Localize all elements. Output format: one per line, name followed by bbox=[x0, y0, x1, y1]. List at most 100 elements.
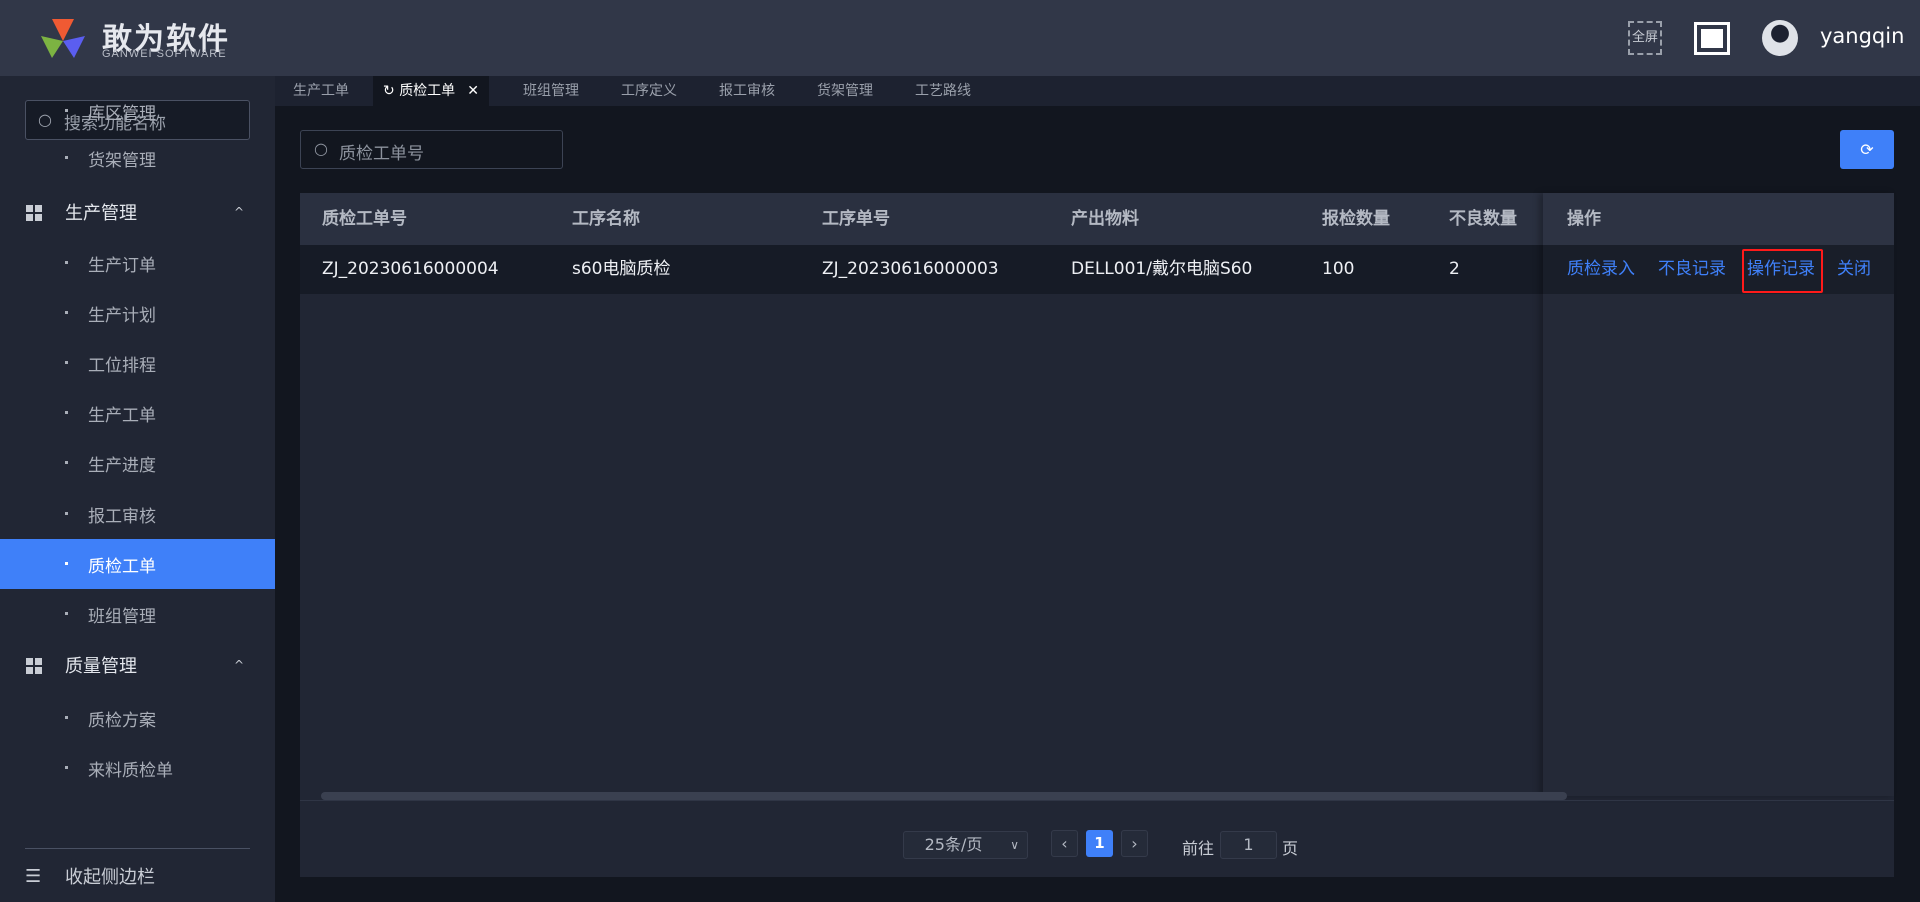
column-header: 工序名称 bbox=[572, 209, 640, 229]
work-order-table: 质检工单号 工序名称 工序单号 产出物料 报检数量 不良数量 操作 ZJ_2023061600… bbox=[300, 193, 1894, 877]
search-placeholder: 质检工单号 bbox=[339, 144, 424, 164]
tab-label: 工序定义 bbox=[621, 83, 677, 99]
close-icon[interactable]: ✕ bbox=[467, 83, 479, 99]
tab[interactable]: 货架管理 bbox=[817, 76, 873, 106]
sidebar-item-label: 来料质检单 bbox=[88, 760, 173, 781]
bullet-icon bbox=[65, 461, 68, 464]
table-cell: ZJ_20230616000003 bbox=[822, 259, 999, 279]
row-action-link[interactable]: 不良记录 bbox=[1658, 245, 1726, 294]
chevron-up-icon[interactable]: ^ bbox=[234, 658, 244, 672]
sidebar-item[interactable]: 生产工单 bbox=[0, 388, 275, 438]
work-order-search-input[interactable]: ○ 质检工单号 bbox=[300, 130, 563, 169]
goto-label: 前往 bbox=[1182, 839, 1215, 858]
fullscreen-label: 全屏 bbox=[1631, 30, 1658, 45]
divider bbox=[300, 800, 1894, 801]
tab[interactable]: ↻ 质检工单 ✕ bbox=[373, 76, 489, 106]
sidebar-item[interactable]: 来料质检单 bbox=[0, 743, 275, 793]
page-suffix: 页 bbox=[1282, 839, 1299, 858]
table-cell: 2 bbox=[1449, 259, 1460, 279]
username[interactable]: yangqin bbox=[1820, 24, 1904, 48]
collapse-sidebar-button[interactable]: ☰ 收起侧边栏 bbox=[0, 851, 275, 901]
sidebar-item-label: 质检方案 bbox=[88, 710, 156, 731]
column-header: 工序单号 bbox=[822, 209, 890, 229]
page-size-value: 25条/页 bbox=[924, 835, 983, 854]
bullet-icon bbox=[65, 109, 68, 112]
search-icon: ○ bbox=[314, 139, 328, 158]
sidebar-item-label: 生产计划 bbox=[88, 305, 156, 326]
bullet-icon bbox=[65, 411, 68, 414]
page-size-select[interactable]: 25条/页 ∨ bbox=[903, 831, 1028, 859]
sidebar-item[interactable]: 质量管理 ^ bbox=[0, 640, 275, 690]
sidebar-item[interactable]: 货架管理 bbox=[0, 133, 275, 183]
sidebar: ○ 搜索功能名称 库区管理 货架管理 生产管理 ^ 生产订单 生产计划 工位排程 生产工单 生产… bbox=[0, 76, 275, 902]
collapse-label: 收起侧边栏 bbox=[65, 867, 155, 888]
sidebar-divider bbox=[25, 848, 250, 849]
bullet-icon bbox=[65, 562, 68, 565]
avatar[interactable] bbox=[1762, 20, 1798, 56]
tab-label: 质检工单 bbox=[399, 83, 456, 99]
tab[interactable]: 班组管理 bbox=[523, 76, 579, 106]
column-header: 不良数量 bbox=[1449, 209, 1517, 229]
column-header: 报检数量 bbox=[1322, 209, 1390, 229]
tab-label: 班组管理 bbox=[523, 83, 579, 99]
bullet-icon bbox=[65, 311, 68, 314]
chevron-left-icon: ‹ bbox=[1061, 834, 1068, 853]
chevron-right-icon: › bbox=[1131, 834, 1138, 853]
table-cell: DELL001/戴尔电脑S60 bbox=[1071, 259, 1253, 279]
next-page-button[interactable]: › bbox=[1121, 830, 1148, 857]
bullet-icon bbox=[65, 512, 68, 515]
tab[interactable]: 生产工单 bbox=[293, 76, 349, 106]
refresh-icon: ⟳ bbox=[1860, 140, 1874, 159]
sidebar-item[interactable]: 班组管理 bbox=[0, 589, 275, 639]
tab[interactable]: 工序定义 bbox=[621, 76, 677, 106]
bullet-icon bbox=[65, 261, 68, 264]
bullet-icon bbox=[65, 716, 68, 719]
column-header: 质检工单号 bbox=[322, 209, 407, 229]
tab-label: 货架管理 bbox=[817, 83, 873, 99]
tab-bar: 生产工单 ↻ 质检工单 ✕ 班组管理 工序定义 报工审核 货架管理 工艺路线 bbox=[275, 76, 1920, 106]
sidebar-item[interactable]: 生产计划 bbox=[0, 288, 275, 338]
refresh-icon[interactable]: ↻ bbox=[383, 83, 399, 99]
sidebar-item-label: 库区管理 bbox=[88, 103, 156, 124]
table-cell: ZJ_20230616000004 bbox=[322, 259, 499, 279]
bullet-icon bbox=[65, 766, 68, 769]
page-number-button[interactable]: 1 bbox=[1086, 830, 1113, 857]
brand-subtitle: GANWEI SOFTWARE bbox=[102, 48, 227, 60]
bullet-icon bbox=[65, 156, 68, 159]
row-action-link[interactable]: 质检录入 bbox=[1567, 245, 1635, 294]
tab-label: 生产工单 bbox=[293, 83, 349, 99]
fullscreen-button[interactable]: 全屏 bbox=[1628, 21, 1662, 55]
top-header: 敢为软件 GANWEI SOFTWARE 全屏 yangqin bbox=[0, 0, 1920, 76]
sidebar-item[interactable]: 质检方案 bbox=[0, 693, 275, 743]
sidebar-item-label: 质检工单 bbox=[88, 556, 156, 577]
tab[interactable]: 报工审核 bbox=[719, 76, 775, 106]
sidebar-item[interactable]: 报工审核 bbox=[0, 489, 275, 539]
prev-page-button[interactable]: ‹ bbox=[1051, 830, 1078, 857]
sidebar-item[interactable]: 生产进度 bbox=[0, 438, 275, 488]
chevron-up-icon[interactable]: ^ bbox=[234, 205, 244, 219]
sidebar-item-label: 货架管理 bbox=[88, 150, 156, 171]
sidebar-item[interactable]: 工位排程 bbox=[0, 338, 275, 388]
bullet-icon bbox=[65, 361, 68, 364]
tab[interactable]: 工艺路线 bbox=[915, 76, 971, 106]
sidebar-item-label: 生产进度 bbox=[88, 455, 156, 476]
sidebar-item[interactable]: 质检工单 bbox=[0, 539, 275, 589]
sidebar-item[interactable]: 生产管理 ^ bbox=[0, 187, 275, 237]
sidebar-item-label: 报工审核 bbox=[88, 506, 156, 527]
sidebar-item[interactable]: 库区管理 bbox=[0, 86, 275, 136]
sidebar-item-label: 生产管理 bbox=[65, 203, 137, 224]
grid-icon bbox=[26, 658, 42, 674]
row-action-link[interactable]: 关闭 bbox=[1837, 245, 1871, 294]
sidebar-item[interactable]: 生产订单 bbox=[0, 238, 275, 288]
goto-page-input[interactable]: 1 bbox=[1220, 831, 1277, 859]
grid-icon bbox=[26, 205, 42, 221]
refresh-button[interactable]: ⟳ bbox=[1840, 130, 1894, 169]
horizontal-scrollbar[interactable] bbox=[321, 792, 1567, 800]
sidebar-item-label: 班组管理 bbox=[88, 606, 156, 627]
screen-toggle-icon[interactable] bbox=[1694, 22, 1730, 55]
column-header: 操作 bbox=[1567, 209, 1601, 229]
bullet-icon bbox=[65, 612, 68, 615]
sidebar-item-label: 生产工单 bbox=[88, 405, 156, 426]
table-cell: s60电脑质检 bbox=[572, 259, 671, 279]
chevron-down-icon: ∨ bbox=[1010, 838, 1019, 852]
